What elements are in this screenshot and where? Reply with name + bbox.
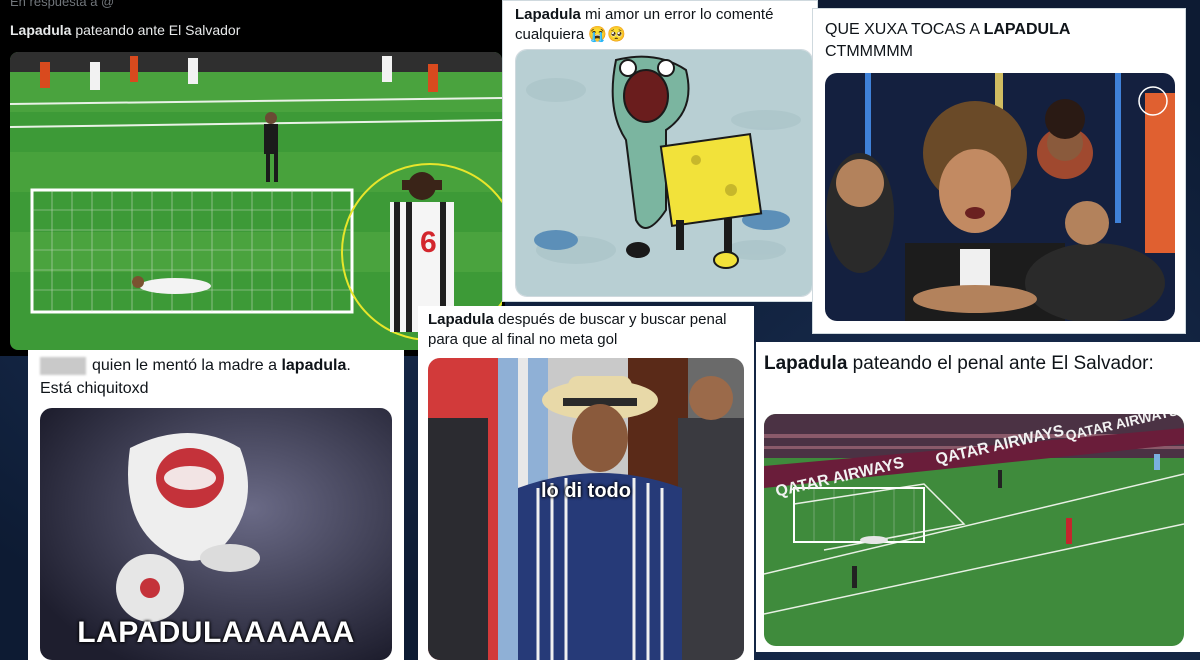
tweet-text: Lapadula pateando el penal ante El Salva… — [764, 353, 1154, 374]
tweet-card-spongebob: Lapadula mi amor un error lo comenté cua… — [502, 0, 818, 302]
mention-lapadula[interactable]: lapadula — [281, 357, 346, 374]
mention-lapadula[interactable]: Lapadula — [515, 6, 581, 23]
tweet-card-penalty-kick: En respuesta a @ Lapadula pateando ante … — [0, 0, 505, 356]
tweet-text: quien le mentó la madre a lapadula. Está… — [40, 356, 351, 397]
tweet-card-politician: Lapadula después de buscar y buscar pena… — [418, 306, 754, 660]
tweet-text: Lapadula pateando ante El Salvador — [10, 22, 241, 38]
tweet-image-tv-show[interactable] — [825, 73, 1175, 321]
shirt-number: 6 — [420, 226, 437, 259]
tweet-image-stadium[interactable]: QATAR AIRWAYS QATAR AIRWAYS QATAR AIRWAY… — [764, 414, 1184, 646]
mention-lapadula[interactable]: Lapadula — [428, 311, 494, 328]
meme-caption: LAPADULAAAAAA — [77, 616, 355, 649]
blurred-username — [40, 356, 86, 375]
tweet-card-tv-show: QUE XUXA TOCAS A LAPADULA CTMMMMM — [812, 8, 1186, 334]
mention-lapadula[interactable]: Lapadula — [764, 353, 847, 374]
mention-lapadula[interactable]: LAPADULA — [984, 21, 1071, 38]
tweet-card-stadium: Lapadula pateando el penal ante El Salva… — [756, 342, 1200, 652]
tweet-text: QUE XUXA TOCAS A LAPADULA CTMMMMM — [825, 21, 1071, 60]
reply-line: En respuesta a @ — [10, 0, 115, 9]
mention-lapadula[interactable]: Lapadula — [10, 22, 71, 38]
tweet-card-cartoon: quien le mentó la madre a lapadula. Está… — [28, 350, 404, 660]
tweet-image-spongebob-fish[interactable] — [515, 49, 813, 297]
tweet-text: Lapadula mi amor un error lo comenté cua… — [515, 6, 774, 43]
tweet-text: Lapadula después de buscar y buscar pena… — [428, 311, 727, 348]
tweet-image-cartoon[interactable]: LAPADULAAAAAA — [40, 408, 392, 660]
tweet-image-politician[interactable]: lo di todo — [428, 358, 744, 660]
meme-caption: lo di todo — [541, 480, 631, 502]
